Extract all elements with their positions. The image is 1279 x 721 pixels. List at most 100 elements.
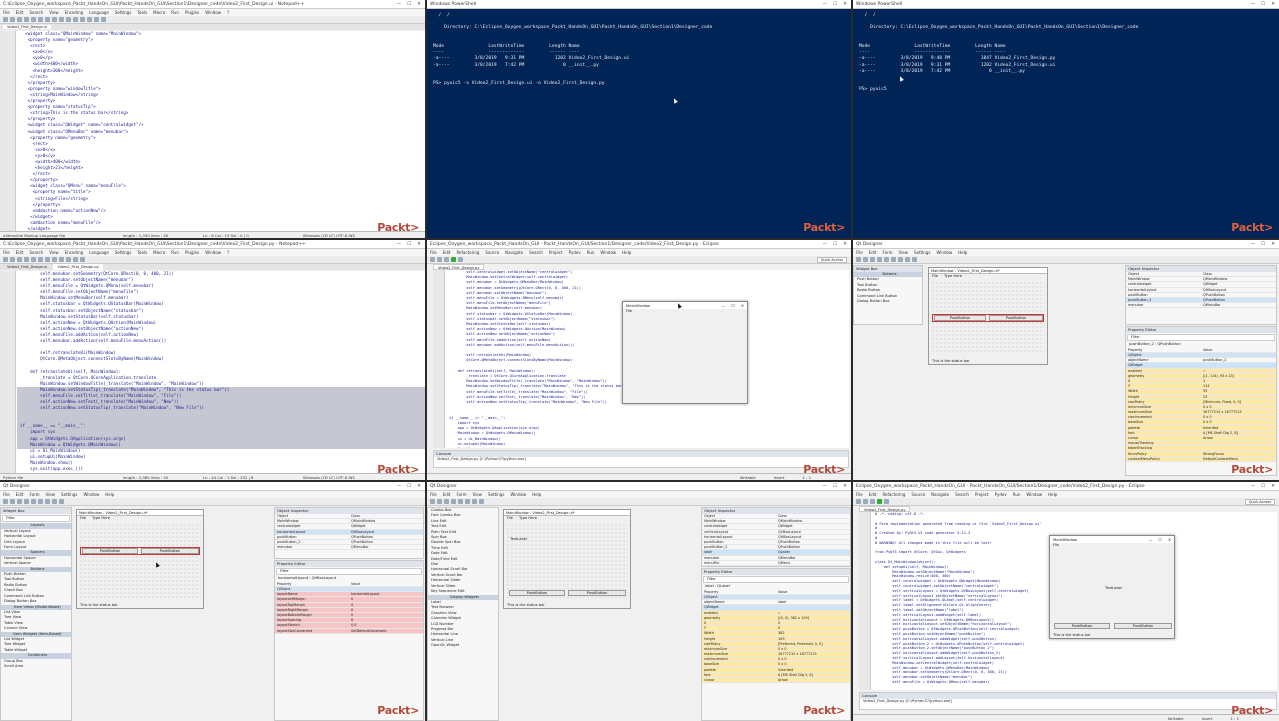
close-file-icon[interactable] [31,17,36,22]
search-icon[interactable] [458,257,463,262]
close-icon[interactable]: ✕ [843,2,847,7]
close-icon[interactable]: ✕ [1271,242,1275,247]
push-button-1[interactable]: PushButton [509,590,565,596]
copy-icon[interactable] [52,17,57,22]
menu-item[interactable]: Window [600,250,616,255]
menu-item[interactable]: Project [549,250,563,255]
menu-item[interactable]: View [49,250,59,255]
paste-icon[interactable] [59,257,64,262]
menu-item[interactable]: Run [171,10,179,15]
minimize-icon[interactable]: — [1251,242,1256,247]
menu-item[interactable]: Tools [137,10,147,15]
menu-item[interactable]: Edit [869,492,877,497]
maximize-icon[interactable]: ☐ [1261,242,1265,247]
close-icon[interactable]: ✕ [1168,536,1171,543]
form-menu-type-here[interactable]: Type Here [519,516,537,521]
quick-access-input[interactable]: Quick Access [816,256,847,263]
menu-item[interactable]: Navigate [505,250,523,255]
form-menu-file[interactable]: File [80,516,86,521]
menu-item[interactable]: Help [532,492,541,497]
close-icon[interactable]: ✕ [1271,2,1275,7]
menu-item[interactable]: Run [1013,492,1021,497]
menu-item[interactable]: Window [1026,492,1042,497]
menu-item[interactable]: Search [955,492,969,497]
maximize-icon[interactable]: ☐ [833,242,837,247]
menu-file[interactable]: File [1050,543,1174,548]
code-editor[interactable]: self.menubar.setGeometry(QtCore.QRect(0,… [0,271,425,473]
save-all-icon[interactable] [24,17,29,22]
run-icon[interactable] [451,257,456,262]
layout-vertical-icon[interactable] [898,257,903,262]
minimize-icon[interactable]: — [823,242,828,247]
menu-item[interactable]: ? [227,250,229,255]
menu-item[interactable]: Window [936,250,952,255]
new-file-icon[interactable] [3,257,8,262]
menu-item[interactable]: Search [529,250,543,255]
new-icon[interactable] [856,499,861,504]
widget-item[interactable]: Scroll Area [1,664,71,669]
property-filter-input[interactable]: Filter [703,576,849,584]
menu-item[interactable]: Settings [488,492,504,497]
save-form-icon[interactable] [444,499,449,504]
open-file-icon[interactable] [10,17,15,22]
widget-item[interactable]: Dialog Button Box [854,299,922,304]
menu-item[interactable]: Search [29,10,43,15]
minimize-icon[interactable]: — [397,2,402,7]
minimize-icon[interactable]: — [722,302,726,309]
push-button-2[interactable]: PushButton [1114,623,1172,629]
maximize-icon[interactable]: ☐ [1261,484,1265,489]
menu-item[interactable]: Help [958,250,967,255]
new-icon[interactable] [430,257,435,262]
zoom-in-icon[interactable] [94,17,99,22]
minimize-icon[interactable]: — [397,242,402,247]
break-layout-icon[interactable] [59,499,64,504]
property-row[interactable]: menubar QMenuBar [1126,303,1276,309]
close-icon[interactable]: ✕ [1271,484,1275,489]
layout-horizontal-icon[interactable] [891,257,896,262]
find-icon[interactable] [80,17,85,22]
minimize-icon[interactable]: — [1149,536,1153,543]
minimize-icon[interactable]: — [397,484,402,489]
save-form-icon[interactable] [870,257,875,262]
maximize-icon[interactable]: ☐ [731,302,734,309]
layout-vertical-icon[interactable] [472,499,477,504]
open-form-icon[interactable] [863,257,868,262]
menu-item[interactable]: Window [510,492,526,497]
form-canvas[interactable] [506,523,628,598]
redo-icon[interactable] [73,257,78,262]
menu-item[interactable]: Edit [443,492,451,497]
property-row[interactable]: layoutSizeConstraint SetDefaultConstraint [275,628,423,634]
widget-item[interactable]: OpenGL Widget [428,643,498,648]
menu-item[interactable]: Settings [115,250,131,255]
menu-item[interactable]: Settings [115,10,131,15]
minimize-icon[interactable]: — [823,484,828,489]
edit-widgets-icon[interactable] [451,499,456,504]
maximize-icon[interactable]: ☐ [833,484,837,489]
menu-item[interactable]: File [3,492,10,497]
push-button-1[interactable]: PushButton [934,315,986,321]
menu-item[interactable]: Refactoring [456,250,479,255]
property-row[interactable]: cursor Arrow [702,678,850,684]
paste-icon[interactable] [59,17,64,22]
menu-item[interactable]: Edit [443,250,451,255]
edit-widgets-icon[interactable] [877,257,882,262]
new-form-icon[interactable] [856,257,861,262]
menu-item[interactable]: Macro [153,10,165,15]
maximize-icon[interactable]: ☐ [407,2,411,7]
menu-item[interactable]: File [430,250,437,255]
save-icon[interactable] [437,257,442,262]
print-icon[interactable] [38,257,43,262]
copy-icon[interactable] [52,257,57,262]
replace-icon[interactable] [87,17,92,22]
print-icon[interactable] [38,17,43,22]
menu-item[interactable]: ? [227,10,229,15]
menu-item[interactable]: Settings [914,250,930,255]
menu-item[interactable]: Refactoring [882,492,905,497]
text-label[interactable]: TextLabel [507,537,527,542]
menu-item[interactable]: Window [205,10,221,15]
layout-vertical-icon[interactable] [45,499,50,504]
close-icon[interactable]: ✕ [741,302,744,309]
save-icon[interactable] [863,499,868,504]
minimize-icon[interactable]: — [1251,2,1256,7]
layout-grid-icon[interactable] [479,499,484,504]
